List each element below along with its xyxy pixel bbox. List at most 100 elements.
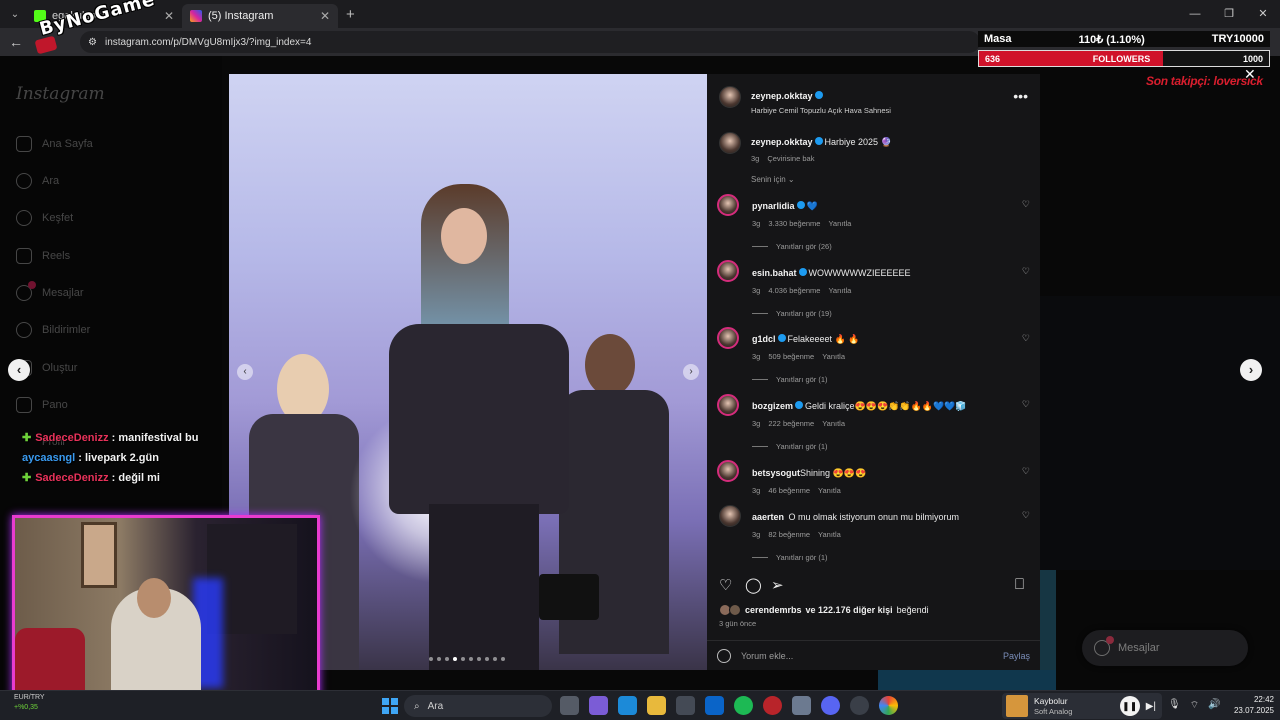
- task-view-icon[interactable]: [560, 696, 579, 715]
- windows-start-icon[interactable]: [382, 698, 398, 714]
- next-track-button[interactable]: ▶|: [1146, 701, 1156, 712]
- verified-icon: [798, 267, 807, 276]
- emoji-icon[interactable]: [717, 648, 731, 663]
- pause-button[interactable]: ❚❚: [1119, 696, 1140, 716]
- like-comment-icon[interactable]: ♡: [1022, 510, 1030, 521]
- like-icon[interactable]: ♡: [719, 576, 732, 594]
- stream-chat: ✚ SadeceDenizz : manifestival bu aycaasng…: [22, 428, 232, 488]
- more-options-icon[interactable]: •••: [1013, 88, 1028, 104]
- app-icon[interactable]: [763, 696, 782, 715]
- reply-button[interactable]: Yanıtla: [822, 419, 845, 428]
- close-window-icon[interactable]: ✕: [1246, 0, 1280, 28]
- likes-summary[interactable]: cerendemrbs ve 122.176 diğer kişi beğendi: [719, 604, 929, 616]
- site-info-icon[interactable]: ⚙: [88, 37, 97, 48]
- post-location[interactable]: Harbiye Cemil Topuzlu Açık Hava Sahnesi: [751, 106, 891, 115]
- file-explorer-icon[interactable]: [647, 696, 666, 715]
- follower-goal-bar: 636 FOLLOWERS 1000: [978, 50, 1270, 67]
- microphone-icon[interactable]: 🎙: [1168, 699, 1181, 712]
- comment-avatar[interactable]: [717, 394, 739, 416]
- view-replies-button[interactable]: Yanıtları gör (26): [752, 242, 851, 251]
- carousel-prev-icon[interactable]: ‹: [237, 364, 253, 380]
- comment-avatar[interactable]: [717, 194, 739, 216]
- view-replies-button[interactable]: Yanıtları gör (1): [752, 442, 967, 451]
- save-icon[interactable]: ⎕: [1015, 576, 1024, 593]
- caption-avatar[interactable]: [719, 132, 741, 154]
- view-replies-button[interactable]: Yanıtları gör (1): [752, 375, 859, 384]
- reply-button[interactable]: Yanıtla: [818, 486, 841, 495]
- messages-badge: [1106, 636, 1114, 644]
- comment-avatar[interactable]: [719, 505, 741, 527]
- taskbar-search[interactable]: ⌕ Ara: [404, 695, 552, 717]
- comment-item: betsysogutShining 😍😍😍 3g 46 beğenme Yanıtl…: [752, 468, 867, 495]
- post-comment-button[interactable]: Paylaş: [1003, 651, 1030, 661]
- comment-item: esin.bahat WOWWWWWZIEEEEEE 3g 4.036 beğenm…: [752, 267, 911, 318]
- comment-likes[interactable]: 3.330 beğenme: [768, 219, 820, 228]
- comment-avatar[interactable]: [717, 260, 739, 282]
- tab-instagram[interactable]: (5) Instagram ✕: [182, 4, 338, 28]
- reply-button[interactable]: Yanıtla: [822, 352, 845, 361]
- comment-avatar[interactable]: [717, 327, 739, 349]
- window-controls: — ❐ ✕: [1178, 0, 1280, 28]
- like-comment-icon[interactable]: ♡: [1022, 466, 1030, 477]
- author-username[interactable]: zeynep.okktay: [751, 91, 813, 101]
- comment-likes[interactable]: 222 beğenme: [768, 419, 814, 428]
- close-tab-icon[interactable]: ✕: [164, 9, 174, 23]
- chrome-icon[interactable]: [879, 696, 898, 715]
- instagram-icon: [190, 10, 202, 22]
- prev-post-button[interactable]: ‹: [8, 359, 30, 381]
- close-tab-icon[interactable]: ✕: [320, 9, 330, 23]
- reply-button[interactable]: Yanıtla: [818, 530, 841, 539]
- like-comment-icon[interactable]: ♡: [1022, 333, 1030, 344]
- view-replies-button[interactable]: Yanıtları gör (1): [752, 553, 959, 562]
- reply-button[interactable]: Yanıtla: [828, 219, 851, 228]
- comment-likes[interactable]: 509 beğenme: [768, 352, 814, 361]
- maximize-icon[interactable]: ❐: [1212, 0, 1246, 28]
- messages-floating-button[interactable]: Mesajlar: [1082, 630, 1248, 666]
- tab-search-icon[interactable]: ⌄: [4, 4, 26, 24]
- next-post-button[interactable]: ›: [1240, 359, 1262, 381]
- url-text[interactable]: instagram.com/p/DMVgU8mIjx3/?img_index=4: [105, 37, 311, 48]
- outlook-icon[interactable]: [705, 696, 724, 715]
- edge-icon[interactable]: [618, 696, 637, 715]
- discord-icon[interactable]: [821, 696, 840, 715]
- reply-button[interactable]: Yanıtla: [828, 286, 851, 295]
- view-replies-button[interactable]: Yanıtları gör (19): [752, 309, 911, 318]
- comment-composer: Yorum ekle... Paylaş: [707, 640, 1040, 670]
- share-icon[interactable]: ➢: [771, 576, 784, 594]
- comment-avatar[interactable]: [717, 460, 739, 482]
- browser-tab-strip: ⌄ egekulsow ✕ (5) Instagram ✕ + — ❐ ✕: [0, 0, 1280, 28]
- comment-likes[interactable]: 82 beğenme: [768, 530, 810, 539]
- verified-icon: [814, 90, 823, 99]
- verified-icon: [814, 136, 823, 145]
- like-comment-icon[interactable]: ♡: [1022, 266, 1030, 277]
- spotify-icon[interactable]: [734, 696, 753, 715]
- back-button[interactable]: ←: [4, 34, 28, 50]
- comment-icon[interactable]: ◯: [745, 576, 762, 594]
- donation-goal-row: Masa 110₺ (1.10%) TRY10000: [978, 31, 1270, 47]
- post-timestamp: 3 gün önce: [719, 619, 757, 628]
- comment-likes[interactable]: 46 beğenme: [768, 486, 810, 495]
- comment-input[interactable]: Yorum ekle...: [741, 651, 793, 661]
- author-avatar[interactable]: [719, 86, 741, 108]
- verified-icon: [796, 200, 805, 209]
- gaming-chair: [15, 628, 85, 695]
- app-icon[interactable]: [792, 696, 811, 715]
- translate-link[interactable]: Çevirisine bak: [767, 154, 814, 163]
- comment-likes[interactable]: 4.036 beğenme: [768, 286, 820, 295]
- copilot-icon[interactable]: [589, 696, 608, 715]
- comment-item: aaerten O mu olmak istiyorum onun mu bil…: [752, 512, 960, 562]
- store-icon[interactable]: [676, 696, 695, 715]
- volume-icon[interactable]: 🔊: [1208, 699, 1220, 712]
- last-follower-alert: Son takipçi: loversıck: [1146, 74, 1263, 88]
- like-comment-icon[interactable]: ♡: [1022, 199, 1030, 210]
- carousel-next-icon[interactable]: ›: [683, 364, 699, 380]
- address-bar[interactable]: ⚙ instagram.com/p/DMVgU8mIjx3/?img_index…: [80, 31, 980, 53]
- comment-sort-dropdown[interactable]: Senin için ⌄: [751, 175, 795, 184]
- network-icon[interactable]: ⌔: [1190, 699, 1199, 712]
- steam-icon[interactable]: [850, 696, 869, 715]
- streamer-head: [137, 578, 171, 618]
- like-comment-icon[interactable]: ♡: [1022, 399, 1030, 410]
- new-tab-button[interactable]: +: [346, 6, 355, 23]
- system-clock[interactable]: 22:42 23.07.2025: [1228, 694, 1274, 716]
- minimize-icon[interactable]: —: [1178, 0, 1212, 28]
